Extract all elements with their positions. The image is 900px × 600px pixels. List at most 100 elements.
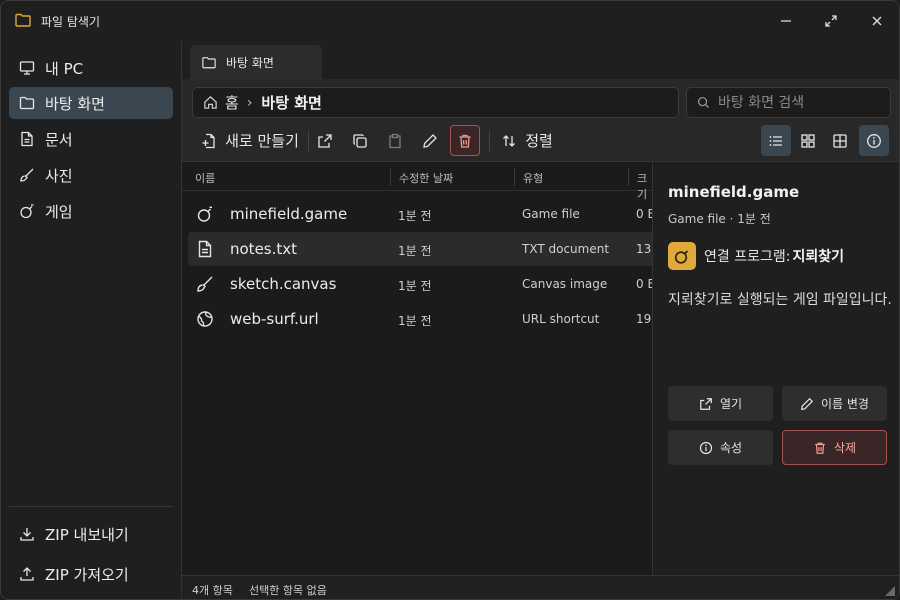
monitor-icon <box>19 61 35 75</box>
file-name: web-surf.url <box>230 310 319 328</box>
sidebar-item-pictures[interactable]: 사진 <box>9 159 173 191</box>
window-title: 파일 탐색기 <box>41 15 101 29</box>
open-button-label: 열기 <box>719 397 743 411</box>
sidebar-item-games[interactable]: 게임 <box>9 195 173 227</box>
column-separator[interactable] <box>628 168 629 186</box>
info-icon <box>867 133 881 148</box>
sidebar-item-desktop[interactable]: 바탕 화면 <box>9 87 173 119</box>
sidebar-item-label: 바탕 화면 <box>45 94 105 113</box>
sidebar-item-label: 게임 <box>45 202 73 221</box>
tab-strip: 바탕 화면 <box>182 41 899 79</box>
folder-icon <box>202 56 216 68</box>
sort-button[interactable]: 정렬 <box>499 125 555 156</box>
folder-icon <box>15 13 31 27</box>
sidebar-item-label: 사진 <box>45 166 73 185</box>
breadcrumb-home[interactable]: 홈 <box>225 92 239 113</box>
toolbar: 새로 만들기 정렬 <box>182 125 899 162</box>
search-box[interactable] <box>686 87 891 118</box>
details-description: 지뢰찾기로 실행되는 게임 파일입니다. <box>668 292 892 308</box>
column-type[interactable]: 유형 <box>523 170 543 186</box>
rename-details-button[interactable]: 이름 변경 <box>782 386 887 421</box>
external-link-icon <box>700 397 712 410</box>
file-type: Canvas image <box>522 277 608 291</box>
toolbar-separator <box>308 131 309 151</box>
globe-icon <box>197 311 213 327</box>
new-button-label: 새로 만들기 <box>225 132 299 150</box>
file-row[interactable]: sketch.canvas 1분 전 Canvas image 0 B <box>188 267 652 301</box>
document-icon <box>198 240 212 258</box>
close-button[interactable] <box>862 9 892 33</box>
open-with-app: 지뢰찾기 <box>792 249 844 265</box>
file-row[interactable]: web-surf.url 1분 전 URL shortcut 19 <box>188 302 652 336</box>
brush-icon <box>197 276 213 292</box>
file-name: minefield.game <box>230 205 348 223</box>
delete-button[interactable] <box>450 125 480 156</box>
properties-button[interactable]: 속성 <box>668 430 773 465</box>
file-size: 0 B <box>636 277 652 291</box>
paste-button[interactable] <box>380 125 410 156</box>
view-details-button[interactable] <box>761 125 791 156</box>
import-zip-label: ZIP 가져오기 <box>45 565 129 584</box>
view-tiles-button[interactable] <box>793 125 823 156</box>
file-modified: 1분 전 <box>398 279 432 293</box>
export-zip-button[interactable]: ZIP 내보내기 <box>9 518 173 550</box>
file-row[interactable]: minefield.game 1분 전 Game file 0 B <box>188 197 652 231</box>
folder-icon <box>19 96 35 110</box>
download-icon <box>20 528 34 541</box>
file-row[interactable]: notes.txt 1분 전 TXT document 13 <box>188 232 652 266</box>
address-bar[interactable]: 홈 › 바탕 화면 <box>192 87 679 118</box>
close-icon <box>872 16 882 26</box>
column-header-row: 이름 수정한 날짜 유형 크기 <box>182 162 652 201</box>
file-size: 0 B <box>636 207 652 221</box>
file-type: Game file <box>522 207 580 221</box>
copy-button[interactable] <box>345 125 375 156</box>
tab-desktop[interactable]: 바탕 화면 <box>190 45 322 79</box>
list-view-icon <box>769 135 782 146</box>
search-icon <box>697 96 710 109</box>
file-list: 이름 수정한 날짜 유형 크기 minefield.game 1분 전 Game… <box>182 162 652 575</box>
file-explorer-window: 파일 탐색기 내 PC 바탕 화면 문서 사진 게임 ZIP 내보내기 ZIP … <box>0 0 900 600</box>
file-modified: 1분 전 <box>398 314 432 328</box>
status-bar: 4개 항목 선택한 항목 없음 <box>182 575 899 599</box>
minimize-button[interactable] <box>771 9 801 33</box>
column-name[interactable]: 이름 <box>195 170 215 186</box>
view-large-icons-button[interactable] <box>825 125 855 156</box>
column-modified[interactable]: 수정한 날짜 <box>399 170 453 186</box>
document-icon <box>21 131 33 147</box>
trash-icon <box>459 134 471 148</box>
rename-button[interactable] <box>415 125 445 156</box>
search-input[interactable] <box>718 94 878 111</box>
new-file-icon <box>202 133 215 148</box>
open-with-label: 연결 프로그램: <box>704 249 791 265</box>
expand-icon <box>825 15 837 27</box>
clipboard-icon <box>389 133 401 148</box>
file-type: URL shortcut <box>522 312 600 326</box>
new-button[interactable]: 새로 만들기 <box>200 125 300 156</box>
details-pane: minefield.game Game file · 1분 전 연결 프로그램:… <box>652 162 899 575</box>
sidebar-item-label: 문서 <box>45 130 73 149</box>
file-name: sketch.canvas <box>230 275 337 293</box>
file-size: 13 <box>636 242 652 256</box>
sort-button-label: 정렬 <box>525 132 553 150</box>
open-external-button[interactable] <box>310 125 340 156</box>
bomb-icon <box>20 204 34 219</box>
home-icon <box>204 96 217 109</box>
sidebar-item-documents[interactable]: 문서 <box>9 123 173 155</box>
sidebar: 내 PC 바탕 화면 문서 사진 게임 ZIP 내보내기 ZIP 가져오기 <box>1 41 182 599</box>
pencil-icon <box>801 397 814 410</box>
tab-label: 바탕 화면 <box>226 55 274 70</box>
column-separator[interactable] <box>514 168 515 186</box>
grid-icon <box>801 133 815 148</box>
breadcrumb-current[interactable]: 바탕 화면 <box>261 92 321 113</box>
resize-grip-icon[interactable] <box>885 586 895 596</box>
column-separator[interactable] <box>390 168 391 186</box>
details-pane-button[interactable] <box>859 125 889 156</box>
import-zip-button[interactable]: ZIP 가져오기 <box>9 558 173 590</box>
maximize-button[interactable] <box>816 9 846 33</box>
open-button[interactable]: 열기 <box>668 386 773 421</box>
sidebar-item-my-pc[interactable]: 내 PC <box>9 52 173 84</box>
delete-details-button[interactable]: 삭제 <box>782 430 887 465</box>
delete-button-label: 삭제 <box>833 441 857 455</box>
address-row: 홈 › 바탕 화면 <box>182 79 899 125</box>
file-modified: 1분 전 <box>398 209 432 223</box>
